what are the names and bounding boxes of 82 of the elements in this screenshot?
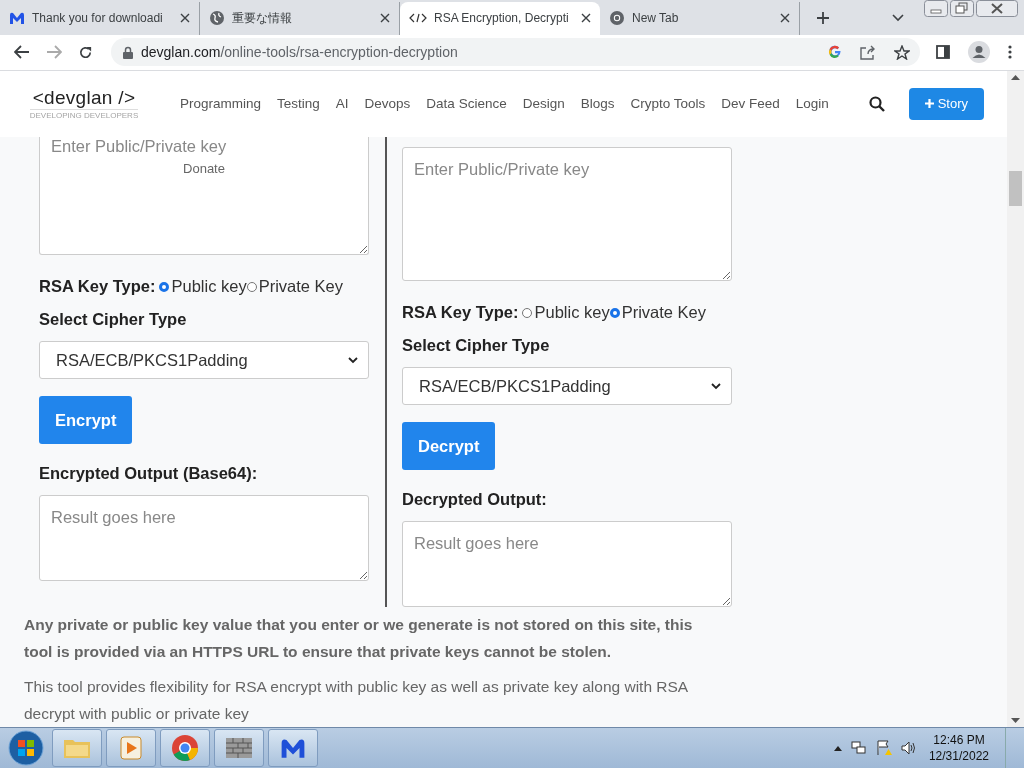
nav-link[interactable]: Design xyxy=(514,96,573,112)
logo-tagline: DEVELOPING DEVELOPERS xyxy=(29,109,139,121)
radio-button[interactable] xyxy=(246,281,257,292)
radio-label[interactable]: Private Key xyxy=(621,303,707,322)
story-button[interactable]: Story xyxy=(908,87,984,120)
scrollbar[interactable] xyxy=(1007,70,1024,727)
output-field[interactable]: Result goes here xyxy=(402,521,732,607)
m-logo-icon xyxy=(280,736,306,760)
share-icon[interactable] xyxy=(860,44,876,60)
chevron-down-icon xyxy=(711,382,721,390)
radio-button[interactable] xyxy=(159,281,170,292)
nav-link[interactable]: Login xyxy=(787,96,837,112)
close-icon[interactable] xyxy=(780,13,790,24)
key-type-label: RSA Key Type: xyxy=(402,303,519,322)
close-icon[interactable] xyxy=(180,13,190,24)
search-icon[interactable] xyxy=(868,95,885,112)
nav-link[interactable]: Dev Feed xyxy=(713,96,788,112)
radio-label[interactable]: Public key xyxy=(171,277,247,296)
browser-tab[interactable]: New Tab xyxy=(600,1,800,35)
nav-link[interactable]: Crypto Tools xyxy=(622,96,714,112)
tray-arrow-icon[interactable] xyxy=(833,745,842,751)
close-icon[interactable] xyxy=(380,13,390,24)
taskbar-app[interactable] xyxy=(214,729,264,767)
profile-icon[interactable] xyxy=(968,41,990,64)
radio-label[interactable]: Public key xyxy=(534,303,610,322)
encrypt-button[interactable]: Encrypt xyxy=(39,396,133,444)
radio-label[interactable]: Private Key xyxy=(258,277,344,296)
brick-wall-icon xyxy=(225,737,253,759)
taskbar-clock[interactable]: 12:46 PM 12/31/2022 xyxy=(928,732,989,764)
close-window-icon[interactable] xyxy=(976,0,1018,17)
radio-button[interactable] xyxy=(609,307,620,318)
flag-icon[interactable] xyxy=(875,740,892,756)
cipher-select[interactable]: RSA/ECB/PKCS1Padding xyxy=(402,367,732,405)
taskbar-app[interactable] xyxy=(106,729,156,767)
nav-link[interactable]: Programming xyxy=(172,96,270,112)
restore-icon[interactable] xyxy=(950,0,974,17)
key-input-field[interactable]: Enter Public/Private key xyxy=(402,147,732,281)
scroll-down-icon[interactable] xyxy=(1011,718,1020,723)
play-icon xyxy=(120,736,142,760)
code-icon xyxy=(409,13,427,24)
minimize-icon[interactable] xyxy=(924,0,948,17)
browser-tab[interactable]: Thank you for downloadi xyxy=(0,1,200,35)
m-logo-icon xyxy=(9,11,25,26)
output-label: Encrypted Output (Base64): xyxy=(39,464,259,483)
output-field[interactable]: Result goes here xyxy=(39,495,369,581)
chevron-down-icon[interactable] xyxy=(892,14,904,23)
radio-button[interactable] xyxy=(522,307,533,318)
network-icon[interactable] xyxy=(850,740,867,756)
taskbar-app[interactable] xyxy=(268,729,318,767)
nav-link[interactable]: Data Science xyxy=(418,96,515,112)
reload-icon[interactable] xyxy=(78,44,93,60)
nav-link[interactable]: Blogs xyxy=(572,96,623,112)
address-field[interactable]: devglan.com/online-tools/rsa-encryption-decryption xyxy=(111,38,920,67)
nav-link[interactable]: AI xyxy=(327,96,357,112)
side-panel-icon[interactable] xyxy=(936,45,950,60)
security-notice: Any private or public key value that you enter or we generate is not stored on this site, this tool is provided via an HTTPS URL to ensure that private keys cannot be stolen. xyxy=(24,615,694,662)
donate-text: Donate xyxy=(182,161,226,176)
chevron-down-icon xyxy=(348,356,358,364)
cipher-type-label: Select Cipher Type xyxy=(402,336,551,355)
tool-description: This tool provides flexibility for RSA encrypt with public key as well as private key along with RSA decrypt with public or private key xyxy=(24,677,689,724)
new-tab-icon[interactable] xyxy=(816,11,830,26)
plus-icon xyxy=(924,99,934,109)
speaker-icon[interactable] xyxy=(900,741,917,755)
nav-link[interactable]: Testing xyxy=(269,96,328,112)
browser-tab[interactable]: RSA Encryption, Decrypti xyxy=(400,1,600,35)
scroll-thumb[interactable] xyxy=(1009,170,1022,206)
star-icon[interactable] xyxy=(894,44,910,60)
taskbar-app[interactable] xyxy=(160,729,210,767)
output-label: Decrypted Output: xyxy=(402,490,548,509)
nav-link[interactable]: Devops xyxy=(356,96,419,112)
decrypt-button[interactable]: Decrypt xyxy=(402,422,496,470)
lock-icon xyxy=(123,45,133,59)
cipher-select[interactable]: RSA/ECB/PKCS1Padding xyxy=(39,341,369,379)
menu-icon[interactable] xyxy=(1008,45,1012,60)
back-icon[interactable] xyxy=(14,45,30,60)
scroll-up-icon[interactable] xyxy=(1011,74,1020,80)
site-logo[interactable]: <devglan /> xyxy=(32,87,136,110)
google-icon[interactable] xyxy=(828,45,842,60)
folder-icon xyxy=(63,737,91,759)
key-type-label: RSA Key Type: xyxy=(39,277,156,296)
cipher-type-label: Select Cipher Type xyxy=(39,310,188,329)
close-icon[interactable] xyxy=(581,13,591,24)
